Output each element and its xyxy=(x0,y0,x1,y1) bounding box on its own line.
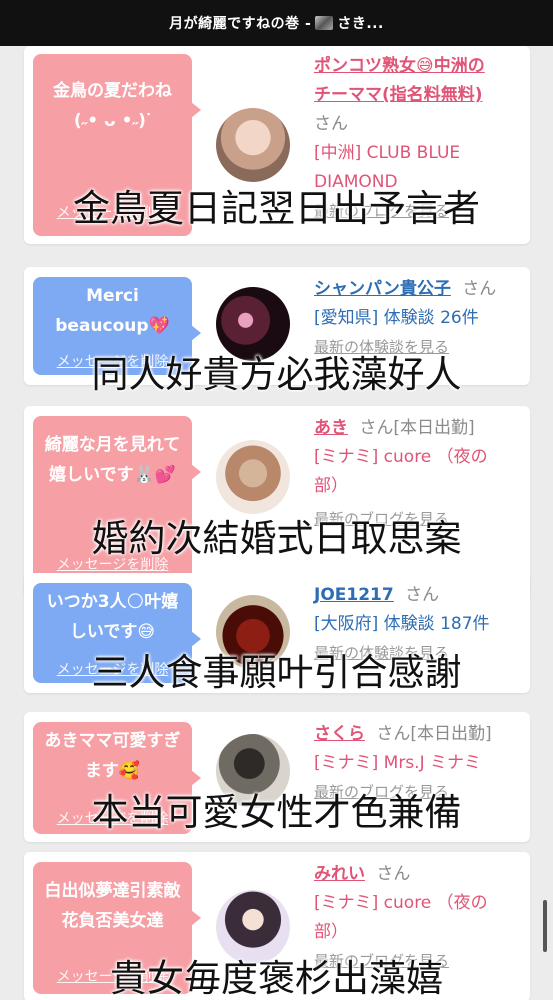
sender-name-line[interactable]: チーママ(指名料無料) xyxy=(314,85,483,105)
message-line: 嬉しいです🐰💕 xyxy=(49,465,176,485)
message-line: ます🥰 xyxy=(84,761,141,781)
sender-detail[interactable]: [ミナミ] cuore （夜の 部） xyxy=(314,443,526,501)
detail-line[interactable]: [ミナミ] cuore （夜の xyxy=(314,447,488,467)
sender-detail[interactable]: [愛知県] 体験談 26件 xyxy=(314,304,526,333)
honorific: さん xyxy=(462,279,497,299)
message-line: 花負否美女達 xyxy=(61,911,164,931)
message-line: (˶• ᴗ •˶)ᐝ xyxy=(73,111,152,131)
detail-line[interactable]: [中洲] CLUB BLUE xyxy=(314,143,460,163)
avatar[interactable] xyxy=(216,108,290,182)
detail-line[interactable]: [ミナミ] cuore （夜の xyxy=(314,893,488,913)
sender-detail[interactable]: [ミナミ] cuore （夜の 部） xyxy=(314,889,526,947)
message-line: あきママ可愛すぎ xyxy=(44,731,181,751)
overlay-caption: 同人好貴方必我藻好人 xyxy=(91,353,462,396)
message-card: 綺麗な月を見れて 嬉しいです🐰💕 メッセージを削除 あき さん[本日出勤] [ミ… xyxy=(24,406,530,598)
sender-name-line[interactable]: ポンコツ熟女😅中洲の xyxy=(314,56,485,76)
sender-name[interactable]: JOE1217 xyxy=(314,585,394,605)
detail-line[interactable]: 部） xyxy=(314,476,348,496)
sender-name[interactable]: さくら xyxy=(314,724,365,744)
overlay-caption: 金鳥夏日記翌日出予言者 xyxy=(73,187,480,230)
sender-name[interactable]: シャンパン貴公子 xyxy=(314,279,451,299)
message-line: 金鳥の夏だわね xyxy=(53,81,172,101)
thumbnail-icon xyxy=(315,16,334,30)
page-title-suffix: さき... xyxy=(337,16,384,32)
sender-name[interactable]: あき xyxy=(314,418,348,438)
sender-detail[interactable]: [大阪府] 体験談 187件 xyxy=(314,610,526,639)
overlay-caption: 婚約次結婚式日取思案 xyxy=(91,517,462,560)
message-line: 綺麗な月を見れて xyxy=(44,435,181,455)
page-title: 月が綺麗ですねの巻 - xyxy=(169,16,312,32)
detail-line[interactable]: 部） xyxy=(314,922,348,942)
message-bubble: 綺麗な月を見れて 嬉しいです🐰💕 メッセージを削除 xyxy=(33,416,201,588)
honorific: さん xyxy=(376,864,411,884)
honorific: さん xyxy=(314,114,348,134)
title-bar: 月が綺麗ですねの巻 - さき... xyxy=(0,0,553,46)
message-line: Merci xyxy=(86,286,139,306)
sender-name[interactable]: ポンコツ熟女😅中洲の チーママ(指名料無料) xyxy=(314,52,526,110)
message-line: しいです😅 xyxy=(69,622,156,642)
message-line: 白出似夢達引素敵 xyxy=(44,881,181,901)
avatar[interactable] xyxy=(216,440,290,514)
message-line: いつか3人🌕叶嬉 xyxy=(46,592,179,612)
message-line: beaucoup💖 xyxy=(55,316,170,336)
overlay-caption: 三人食事願叶引合感謝 xyxy=(91,651,462,694)
scrollbar[interactable] xyxy=(543,900,547,952)
overlay-caption: 貴女毎度褒杉出藻嬉 xyxy=(110,957,443,1000)
honorific: さん xyxy=(405,585,440,605)
sender-name[interactable]: みれい xyxy=(314,864,365,884)
honorific: さん[本日出勤] xyxy=(359,418,475,438)
honorific: さん[本日出勤] xyxy=(376,724,492,744)
overlay-caption: 本当可愛女性才色兼備 xyxy=(91,791,462,834)
sender-detail[interactable]: [ミナミ] Mrs.J ミナミ xyxy=(314,749,526,778)
